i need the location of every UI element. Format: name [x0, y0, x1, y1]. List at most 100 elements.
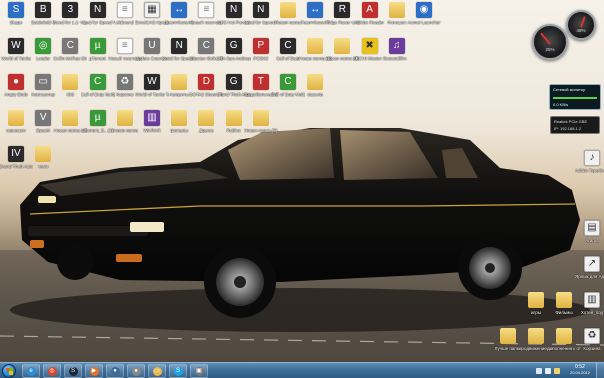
app-icon: G: [225, 38, 242, 54]
app-icon: C: [280, 74, 296, 90]
network-meter-gadget[interactable]: Сетевой монитор 0.0 KB/s: [549, 84, 601, 110]
taskbar-button-app[interactable]: ●: [127, 364, 145, 378]
app-icon: ●: [8, 74, 24, 90]
app-icon: µ: [89, 38, 106, 54]
clock-date: 20.04.2012: [569, 370, 591, 375]
desktop-icon[interactable]: чемп: [27, 146, 59, 180]
cpu-value: 25%: [545, 47, 555, 52]
desktop-icon[interactable]: ♪ Adobe TypeSwap: [575, 150, 604, 184]
network-ip: IP: 192.168.1.2: [554, 126, 582, 131]
app-icon: S: [8, 2, 24, 18]
folder-icon: [116, 110, 133, 126]
desktop-icon[interactable]: ▥ Хотей_под: [576, 292, 604, 326]
folder-icon: [528, 328, 544, 344]
taskbar-button-explorer[interactable]: ▭: [148, 364, 166, 378]
cpu-gauge: 25%: [532, 24, 568, 60]
start-button[interactable]: [2, 364, 16, 378]
app-icon: ▥: [144, 110, 160, 126]
app-icon: ≡: [116, 2, 133, 18]
desktop-icon-label: Корзина: [583, 346, 601, 351]
app-icon: ↗: [584, 256, 600, 272]
app-icon: U: [144, 38, 160, 54]
desktop-icon-label: музыка: [307, 92, 323, 97]
app-icon: C: [198, 38, 215, 54]
app-icon: W: [8, 38, 24, 54]
network-status-gadget[interactable]: Realtek PCIe GBE IP: 192.168.1.2: [550, 116, 600, 134]
taskbar-button-media-player[interactable]: ▶: [85, 364, 103, 378]
desktop-icon[interactable]: ♫ soundfilm: [381, 38, 413, 72]
desktop-wallpaper: SSkypeBBattlefield 33Need for 1.2 + 1.3 …: [0, 0, 604, 362]
flag-tray-icon[interactable]: [554, 368, 560, 374]
desktop-icon[interactable]: Новая папка (5): [244, 110, 278, 144]
taskbar-button-app[interactable]: ●: [106, 364, 124, 378]
taskbar-button-app[interactable]: ▣: [190, 364, 208, 378]
app-icon: V: [35, 110, 52, 126]
app-icon: C: [62, 38, 79, 54]
folder-icon: [35, 146, 52, 162]
folder-icon: [62, 110, 79, 126]
desktop-icon-label: Хотей_под: [580, 310, 604, 315]
desktop-icon-label: Aomei Launcher: [407, 20, 441, 25]
taskbar: e ◎ S ▶ ● ● ▭ S ▣ 0:52 20.04.2012: [0, 362, 604, 378]
app-icon: N: [252, 2, 269, 18]
app-icon: ♫: [388, 38, 405, 54]
desktop-icon[interactable]: ♻ Корзина: [576, 328, 604, 362]
desktop-icon[interactable]: ▤ Arama: [576, 220, 604, 254]
app-icon: N: [225, 2, 242, 18]
desktop-icon[interactable]: ↗ Ярлык для Адресной: [575, 256, 604, 290]
folder-icon: [171, 110, 188, 126]
app-icon: ↔: [171, 2, 188, 18]
app-icon: ▤: [584, 220, 600, 236]
desktop-icon[interactable]: музыка: [299, 74, 331, 108]
folder-icon: [500, 328, 516, 344]
folder-icon: [556, 328, 572, 344]
app-icon: R: [334, 2, 351, 18]
app-icon: ✖: [361, 38, 378, 54]
media-player-icon: ▶: [89, 366, 99, 376]
volume-tray-icon[interactable]: [545, 368, 551, 374]
desktop-icon-label: Ярлык для Адресной: [575, 274, 604, 279]
desktop-icon[interactable]: ◉ Aomei Launcher: [408, 2, 440, 36]
windows-logo-icon: [5, 367, 13, 375]
app-icon: ●: [131, 366, 141, 376]
app-icon: B: [35, 2, 52, 18]
app-icon: W: [144, 74, 160, 90]
folder-icon: [334, 38, 351, 54]
app-icon: ≡: [198, 2, 215, 18]
steam-icon: S: [68, 366, 78, 376]
app-icon: µ: [89, 110, 106, 126]
network-adapter-name: Realtek PCIe GBE: [554, 119, 588, 124]
taskbar-clock[interactable]: 0:52 20.04.2012: [566, 364, 594, 375]
app-icon: C: [280, 38, 296, 54]
desktop-icon-label: Arama: [585, 238, 599, 243]
folder-icon: [171, 74, 188, 90]
folder-icon: [556, 292, 572, 308]
folder-icon: [252, 110, 269, 126]
folder-icon: [198, 110, 215, 126]
app-icon: ♻: [584, 328, 600, 344]
chrome-icon: ◎: [47, 366, 57, 376]
network-speed: 0.0 KB/s: [553, 102, 569, 107]
folder-icon: [307, 38, 324, 54]
folder-icon: [8, 110, 24, 126]
app-icon: ◉: [416, 2, 432, 18]
app-icon: ◎: [35, 38, 52, 54]
app-icon: A: [361, 2, 378, 18]
app-icon: ↔: [307, 2, 324, 18]
network-tray-icon[interactable]: [536, 368, 542, 374]
show-desktop-button[interactable]: [596, 363, 604, 378]
app-icon: ●: [110, 366, 120, 376]
app-icon: ♪: [584, 150, 600, 166]
app-icon: Т: [252, 74, 269, 90]
app-icon: 3: [62, 2, 79, 18]
taskbar-button-skype[interactable]: S: [169, 364, 187, 378]
folder-icon: [307, 74, 324, 90]
taskbar-button-steam[interactable]: S: [64, 364, 82, 378]
app-icon: D: [198, 74, 215, 90]
cpu-ram-meter-gadget[interactable]: 25% 48%: [528, 8, 600, 60]
taskbar-button-chrome[interactable]: ◎: [43, 364, 61, 378]
taskbar-button-internet-explorer[interactable]: e: [22, 364, 40, 378]
app-icon: ▭: [35, 74, 52, 90]
folder-icon: [280, 2, 296, 18]
desktop-icon-label: Новая папка (5): [244, 128, 278, 133]
